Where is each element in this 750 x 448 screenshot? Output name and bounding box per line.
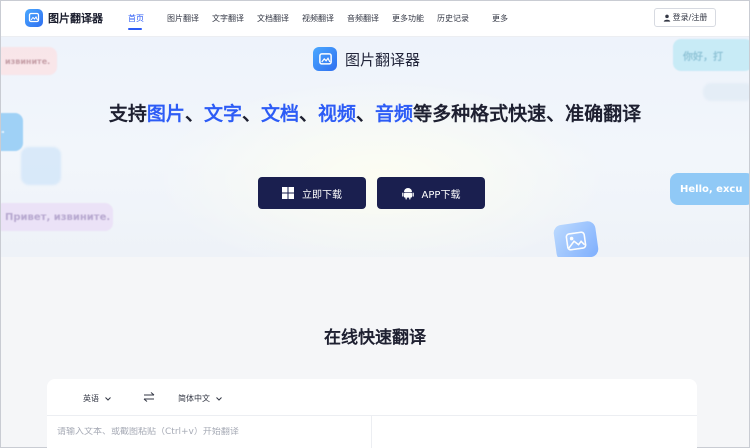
headline-prefix: 支持 [108, 103, 147, 125]
nav-image-translate[interactable]: 图片翻译 [167, 13, 199, 24]
logo-icon [25, 9, 43, 27]
hero-headline: 支持图片、文字、文档、视频、音频等多种格式快速、准确翻译 [1, 99, 749, 126]
headline-image: 图片 [146, 103, 185, 125]
decor-image-card [552, 220, 600, 257]
nav-document-translate[interactable]: 文档翻译 [257, 13, 289, 24]
swap-languages-icon[interactable] [143, 392, 155, 402]
chat-icon [2, 131, 4, 133]
headline-document: 文档 [260, 103, 299, 125]
android-icon [401, 187, 414, 199]
decor-bubble-russian-top: извините. [1, 47, 57, 75]
login-register-button[interactable]: 登录/注册 [654, 8, 716, 27]
panel-divider [47, 415, 697, 416]
decor-bubble-english-right: Hello, excu [670, 173, 749, 205]
headline-sep: 、 [241, 103, 261, 125]
source-language-label: 英语 [83, 394, 99, 403]
headline-sep: 、 [184, 103, 204, 125]
headline-video: 视频 [318, 103, 357, 125]
translate-text-input[interactable] [57, 427, 357, 437]
nav-history[interactable]: 历史记录 [437, 13, 469, 24]
nav-active-indicator [128, 28, 142, 30]
user-icon [663, 14, 670, 22]
logo[interactable]: 图片翻译器 [25, 9, 103, 27]
app-logo-icon [313, 47, 337, 71]
nav-more-features[interactable]: 更多功能 [392, 13, 424, 24]
decor-bubble-blur-left [21, 147, 61, 185]
target-language-label: 简体中文 [178, 394, 210, 403]
chevron-down-icon [216, 396, 222, 401]
image-icon [565, 231, 587, 251]
nav-text-translate[interactable]: 文字翻译 [212, 13, 244, 24]
translate-panel: 英语 简体中文 [47, 379, 697, 448]
decor-bubble-chinese-right: 你好，打 [673, 39, 749, 71]
headline-text: 文字 [203, 103, 242, 125]
source-language-select[interactable]: 英语 [83, 393, 111, 404]
chevron-down-icon [105, 396, 111, 401]
windows-icon [282, 187, 294, 199]
nav-more[interactable]: 更多 [492, 13, 508, 24]
headline-sep: 、 [356, 103, 376, 125]
headline-sep: 、 [299, 103, 319, 125]
hero-banner: извините. Привет, извините. 你好，打 Hello, … [1, 37, 749, 257]
decor-bubble-russian-bottom: Привет, извините. [1, 203, 113, 231]
top-navigation-bar: 图片翻译器 首页 图片翻译 文字翻译 文档翻译 视频翻译 音频翻译 更多功能 历… [1, 1, 749, 37]
login-register-label: 登录/注册 [672, 13, 708, 22]
target-language-select[interactable]: 简体中文 [178, 393, 222, 404]
app-download-label: APP下载 [421, 189, 461, 201]
panel-divider-vertical [371, 415, 372, 448]
nav-video-translate[interactable]: 视频翻译 [302, 13, 334, 24]
windows-download-button[interactable]: 立即下载 [258, 177, 366, 209]
nav-audio-translate[interactable]: 音频翻译 [347, 13, 379, 24]
app-download-button[interactable]: APP下载 [377, 177, 485, 209]
headline-suffix: 等多种格式快速、准确翻译 [413, 103, 642, 125]
windows-download-label: 立即下载 [302, 189, 342, 201]
logo-text: 图片翻译器 [48, 12, 103, 25]
nav-home[interactable]: 首页 [128, 13, 144, 24]
app-name: 图片翻译器 [345, 50, 421, 69]
app-badge: 图片翻译器 [313, 47, 420, 71]
online-translate-title: 在线快速翻译 [324, 328, 426, 348]
headline-audio: 音频 [375, 103, 414, 125]
